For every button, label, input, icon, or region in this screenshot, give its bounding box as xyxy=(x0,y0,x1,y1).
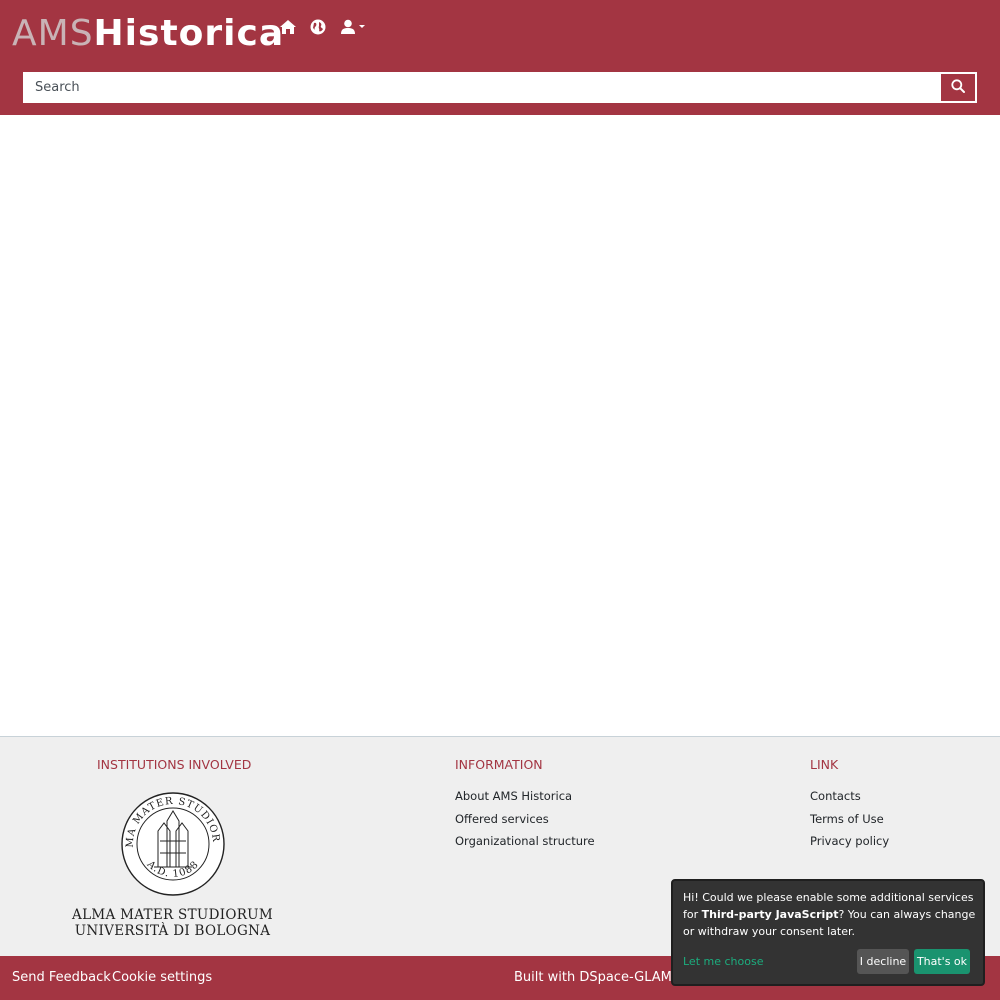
search-button[interactable] xyxy=(941,74,975,101)
link-terms-of-use[interactable]: Terms of Use xyxy=(810,812,884,826)
university-name: ALMA MATER STUDIORUM UNIVERSITÀ DI BOLOG… xyxy=(40,907,305,939)
accept-button[interactable]: That's ok xyxy=(914,949,970,974)
link-privacy-policy[interactable]: Privacy policy xyxy=(810,834,889,848)
search-icon xyxy=(951,79,965,96)
site-header: AMSHistorica xyxy=(0,0,1000,115)
university-seal-icon: ALMA MATER STUDIORUM A.D. 1088 xyxy=(120,791,225,896)
institutions-heading: INSTITUTIONS INVOLVED xyxy=(97,757,252,772)
send-feedback-link[interactable]: Send Feedback xyxy=(12,970,111,985)
link-offered-services[interactable]: Offered services xyxy=(455,812,549,826)
cookie-consent-bold: Third-party JavaScript xyxy=(701,908,839,921)
link-contacts[interactable]: Contacts xyxy=(810,789,861,803)
search-bar xyxy=(23,72,977,103)
user-menu-icon[interactable] xyxy=(338,16,368,38)
home-icon[interactable] xyxy=(276,16,300,38)
information-heading: INFORMATION xyxy=(455,757,543,772)
link-organizational-structure[interactable]: Organizational structure xyxy=(455,834,595,848)
built-with-text[interactable]: Built with DSpace-GLAM - E xyxy=(514,970,693,985)
link-heading: LINK xyxy=(810,757,839,772)
decline-button[interactable]: I decline xyxy=(857,949,909,974)
university-name-line2: UNIVERSITÀ DI BOLOGNA xyxy=(74,923,271,939)
logo-suffix: Historica xyxy=(93,13,285,54)
globe-icon[interactable] xyxy=(306,16,330,38)
search-input[interactable] xyxy=(25,74,941,101)
cookie-consent-dialog: Hi! Could we please enable some addition… xyxy=(671,879,985,986)
let-me-choose-link[interactable]: Let me choose xyxy=(683,955,763,968)
logo-prefix: AMS xyxy=(12,13,94,54)
university-name-line1: ALMA MATER STUDIORUM xyxy=(72,907,273,923)
link-about[interactable]: About AMS Historica xyxy=(455,789,572,803)
site-logo[interactable]: AMSHistorica xyxy=(12,12,284,56)
cookie-settings-link[interactable]: Cookie settings xyxy=(112,970,212,985)
cookie-consent-text: Hi! Could we please enable some addition… xyxy=(683,891,976,938)
